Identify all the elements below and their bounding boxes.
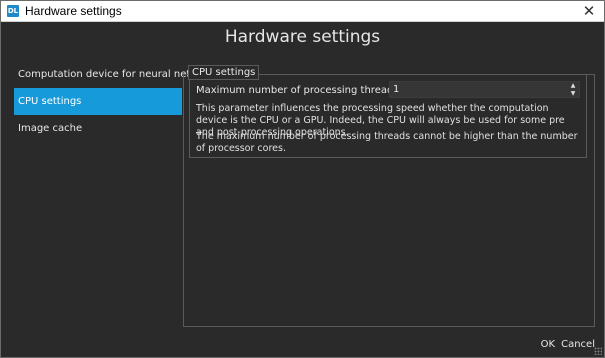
sidebar-item-computation-device[interactable]: Computation device for neural network — [14, 61, 215, 88]
app-icon: DL — [7, 5, 19, 17]
sidebar-item-cpu-settings[interactable]: CPU settings — [14, 88, 182, 115]
close-icon[interactable]: ✕ — [574, 1, 604, 21]
title-bar: DL Hardware settings ✕ — [1, 1, 604, 22]
cancel-button[interactable]: Cancel — [561, 339, 595, 350]
threads-spinbox[interactable]: 1 ▲ ▼ — [389, 81, 580, 98]
resize-grip[interactable] — [594, 347, 602, 355]
group-title: CPU settings — [188, 65, 260, 80]
window-title: Hardware settings — [25, 4, 122, 18]
hardware-settings-window: DL Hardware settings ✕ Hardware settings… — [0, 0, 605, 358]
ok-button[interactable]: OK — [541, 339, 555, 350]
page-title: Hardware settings — [224, 27, 381, 47]
spin-down-icon[interactable]: ▼ — [569, 90, 577, 97]
spin-up-icon[interactable]: ▲ — [569, 82, 577, 89]
dialog-buttons: OK Cancel — [541, 339, 595, 350]
threads-limit-note: The maximum number of processing threads… — [196, 131, 578, 154]
sidebar-item-image-cache[interactable]: Image cache — [14, 115, 182, 142]
threads-label: Maximum number of processing threads: — [196, 85, 402, 96]
threads-value[interactable]: 1 — [393, 84, 399, 95]
sidebar: Computation device for neural network CP… — [14, 61, 215, 142]
